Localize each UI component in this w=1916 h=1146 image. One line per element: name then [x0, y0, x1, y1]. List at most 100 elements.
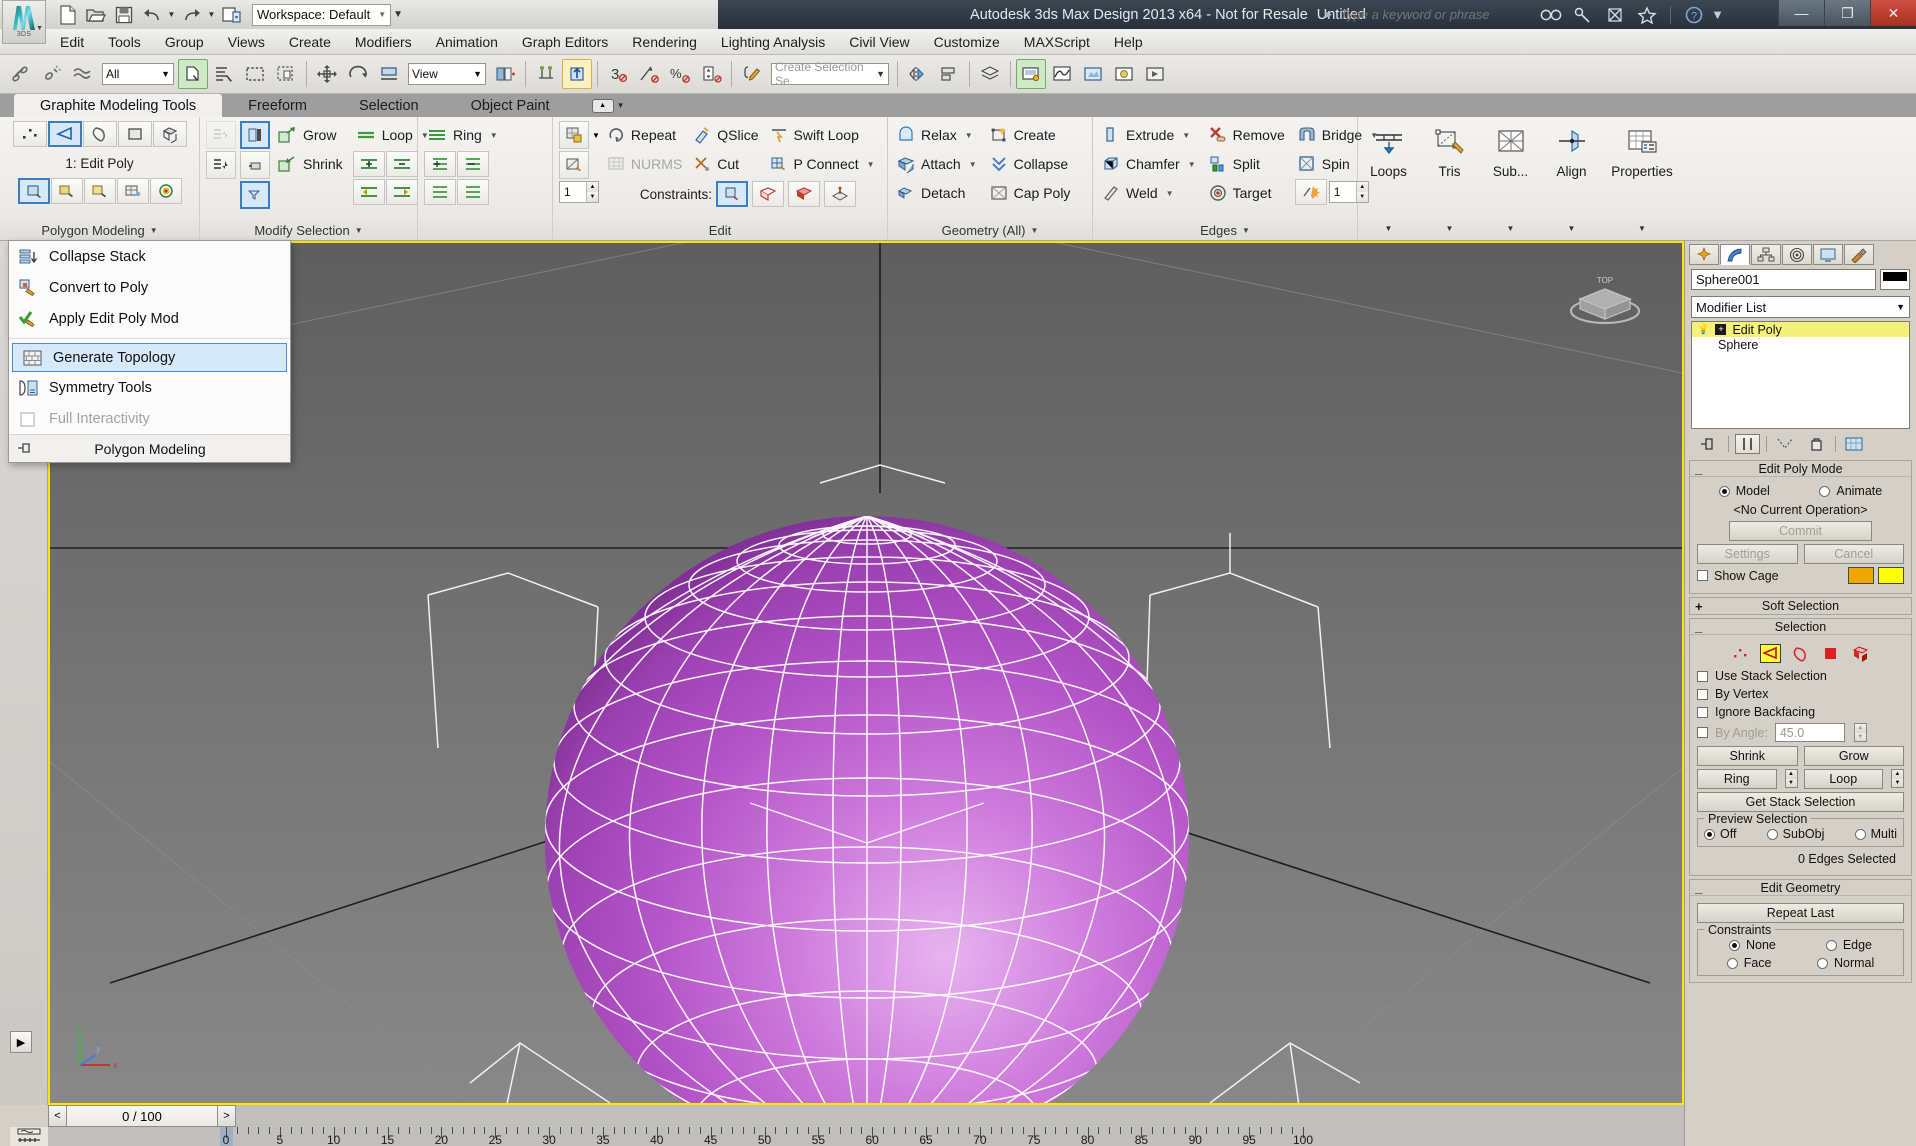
expand-toolbar-button[interactable]: ▶: [10, 1031, 32, 1053]
tab-selection[interactable]: Selection: [333, 94, 445, 117]
hierarchy-tab-icon[interactable]: [1751, 244, 1781, 265]
cage-color-swatch-1[interactable]: [1848, 567, 1874, 584]
menu-item-animation[interactable]: Animation: [424, 31, 510, 53]
modifier-stack-item-sphere[interactable]: Sphere: [1692, 337, 1909, 352]
settings-button[interactable]: Settings: [1697, 544, 1798, 564]
align-icon[interactable]: [562, 59, 592, 89]
connect-edges-icon[interactable]: [1294, 179, 1327, 205]
redo-icon[interactable]: [178, 3, 205, 27]
menu-item-lighting-analysis[interactable]: Lighting Analysis: [709, 31, 837, 53]
vertex-subobject-icon[interactable]: [12, 121, 47, 147]
tab-object-paint[interactable]: Object Paint: [445, 94, 576, 117]
time-ruler[interactable]: 0 5 10 15 20 25 30 35 40 45 50 55 60 65 70 75 80 85 90 95 10…: [48, 1127, 1684, 1146]
use-pivot-point-center-icon[interactable]: [490, 59, 520, 89]
grow-button[interactable]: Grow: [274, 121, 349, 149]
shrink-button[interactable]: Shrink: [274, 150, 349, 178]
next-frame-button[interactable]: >: [217, 1105, 236, 1127]
loop-shift-left-icon[interactable]: [352, 179, 385, 205]
ribbon-minimize-button[interactable]: ▲: [591, 98, 614, 113]
constraint-face-icon[interactable]: [787, 181, 820, 207]
popup-item-collapse-stack[interactable]: Collapse Stack: [9, 241, 290, 272]
render-frame-window-icon[interactable]: [1109, 59, 1139, 89]
menu-item-graph-editors[interactable]: Graph Editors: [510, 31, 620, 53]
search-input[interactable]: [1340, 4, 1531, 25]
menu-item-modifiers[interactable]: Modifiers: [343, 31, 424, 53]
shrink-button[interactable]: Shrink: [1697, 746, 1798, 766]
chevron-down-icon[interactable]: ▼: [1638, 224, 1646, 233]
ring-button[interactable]: Ring ▼: [424, 121, 504, 149]
repeat-last-button[interactable]: Repeat Last: [1697, 903, 1904, 923]
popup-item-symmetry-tools[interactable]: Symmetry Tools: [9, 372, 290, 403]
modifier-stack[interactable]: 💡 + Edit Poly Sphere: [1691, 321, 1910, 429]
show-end-result-icon[interactable]: [1735, 434, 1760, 454]
ring-spinner[interactable]: ▲ ▼: [1784, 769, 1798, 788]
popup-item-generate-topology[interactable]: Generate Topology: [12, 343, 287, 372]
lock-selection-icon[interactable]: [240, 151, 270, 179]
layer-manager-icon[interactable]: [975, 59, 1005, 89]
chevron-down-icon[interactable]: ▼: [965, 131, 973, 140]
chamfer-button[interactable]: Chamfer ▼: [1099, 150, 1202, 178]
object-color-swatch[interactable]: [1880, 269, 1910, 290]
chevron-down-icon[interactable]: ▼: [1242, 226, 1250, 235]
radio-animate[interactable]: Animate: [1819, 484, 1882, 498]
rollout-header[interactable]: + Soft Selection: [1690, 598, 1911, 614]
menu-item-views[interactable]: Views: [216, 31, 277, 53]
constraint-option-face[interactable]: Face: [1726, 956, 1772, 970]
popup-item-full-interactivity[interactable]: Full Interactivity: [9, 403, 290, 434]
popup-item-apply-edit-poly-mod[interactable]: Apply Edit Poly Mod: [9, 303, 290, 334]
help-dropdown-icon[interactable]: ▼: [1711, 7, 1724, 22]
chevron-down-icon[interactable]: ▼: [490, 131, 498, 140]
by-angle-checkbox[interactable]: [1697, 727, 1708, 738]
current-frame-display[interactable]: 0 / 100: [67, 1105, 217, 1127]
apply-edit-poly-icon[interactable]: [83, 178, 116, 204]
remove-button[interactable]: Remove: [1206, 121, 1291, 149]
spinner-snap-icon[interactable]: [696, 59, 726, 89]
tab-graphite-modeling-tools[interactable]: Graphite Modeling Tools: [14, 94, 223, 117]
select-and-move-icon[interactable]: [312, 59, 342, 89]
cancel-button[interactable]: Cancel: [1803, 544, 1904, 564]
constraint-normal-icon[interactable]: [823, 181, 856, 207]
rectangular-selection-region-icon[interactable]: [240, 59, 270, 89]
by-vertex-row[interactable]: By Vertex: [1697, 687, 1904, 701]
by-angle-value[interactable]: 45.0: [1774, 723, 1845, 742]
subscription-key-icon[interactable]: [1568, 3, 1598, 27]
minimize-button[interactable]: —: [1778, 0, 1824, 26]
chevron-down-icon[interactable]: ▼: [1166, 189, 1174, 198]
view-cube-icon[interactable]: TOP: [1562, 259, 1648, 331]
search-icon[interactable]: [1536, 3, 1566, 27]
cut-button[interactable]: Cut: [690, 150, 764, 178]
convert-to-poly-icon[interactable]: [50, 178, 83, 204]
motion-tab-icon[interactable]: [1782, 244, 1812, 265]
show-cage-checkbox[interactable]: [1697, 570, 1708, 581]
chevron-down-icon[interactable]: ▼: [1385, 224, 1393, 233]
create-button[interactable]: Create: [987, 121, 1077, 149]
element-sel-icon[interactable]: [1850, 644, 1871, 663]
by-vertex-checkbox[interactable]: [1697, 688, 1708, 700]
prev-frame-button[interactable]: <: [48, 1105, 67, 1127]
constraint-none-icon[interactable]: [715, 181, 748, 207]
display-tab-icon[interactable]: [1813, 244, 1843, 265]
window-crossing-icon[interactable]: [271, 59, 301, 89]
constraint-edge-icon[interactable]: [751, 181, 784, 207]
mirror-icon[interactable]: [531, 59, 561, 89]
save-file-icon[interactable]: [110, 3, 137, 27]
weld-button[interactable]: Weld ▼: [1099, 179, 1202, 207]
nurms-button[interactable]: NURMS: [604, 150, 688, 178]
rollout-toggle-sign[interactable]: +: [1695, 600, 1703, 613]
edit-step-spinner[interactable]: 1 ▲ ▼: [559, 181, 599, 203]
menu-item-help[interactable]: Help: [1102, 31, 1155, 53]
element-subobject-icon[interactable]: [152, 121, 187, 147]
menu-item-create[interactable]: Create: [277, 31, 343, 53]
undo-dropdown-icon[interactable]: ▼: [166, 3, 177, 27]
spinner-arrows[interactable]: ▲ ▼: [1355, 182, 1368, 202]
remove-modifier-icon[interactable]: [1804, 434, 1829, 454]
chevron-down-icon[interactable]: ▼: [1030, 226, 1038, 235]
close-button[interactable]: ✕: [1870, 0, 1916, 26]
track-bar-icon[interactable]: [10, 1127, 48, 1146]
unlink-icon[interactable]: [37, 59, 67, 89]
edit-triangulation-icon[interactable]: [559, 151, 589, 179]
connect-count-spinner[interactable]: 1 ▲ ▼: [1328, 181, 1369, 203]
constraint-option-edge[interactable]: Edge: [1825, 938, 1872, 952]
subdivision-panel-button[interactable]: Sub... ▼: [1480, 117, 1541, 240]
ignore-backfacing-checkbox[interactable]: [1697, 706, 1708, 718]
